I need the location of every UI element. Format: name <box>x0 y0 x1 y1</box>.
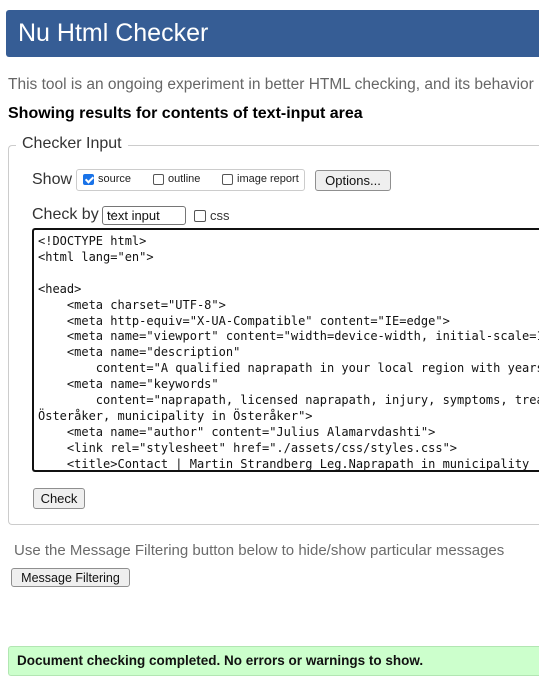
outline-checkbox[interactable] <box>153 173 164 185</box>
css-label: css <box>210 208 230 223</box>
show-options-group: source outline image report <box>76 169 305 191</box>
source-label: source <box>98 173 132 185</box>
show-source-option[interactable]: source <box>83 173 131 185</box>
options-button[interactable]: Options... <box>315 170 391 191</box>
results-heading: Showing results for contents of text-inp… <box>8 105 363 122</box>
image-report-checkbox[interactable] <box>222 173 233 185</box>
page-title: Nu Html Checker <box>18 19 209 47</box>
check-by-select[interactable]: text input ⌵ <box>102 206 186 225</box>
source-textarea[interactable]: <!DOCTYPE html> <html lang="en"> <head> … <box>32 228 539 472</box>
check-button[interactable]: Check <box>33 488 85 509</box>
outline-label: outline <box>168 173 201 185</box>
message-filter-help: Use the Message Filtering button below t… <box>14 542 505 559</box>
source-code-text: <!DOCTYPE html> <html lang="en"> <head> … <box>38 234 539 471</box>
show-label: Show <box>32 171 73 188</box>
app-header: Nu Html Checker <box>6 10 539 57</box>
css-option[interactable]: css <box>194 208 230 223</box>
image-report-label: image report <box>237 173 299 185</box>
intro-text: This tool is an ongoing experiment in be… <box>8 76 539 93</box>
source-checkbox[interactable] <box>83 173 94 185</box>
message-filtering-button[interactable]: Message Filtering <box>11 568 130 587</box>
css-checkbox[interactable] <box>194 209 206 222</box>
show-outline-option[interactable]: outline <box>153 173 200 185</box>
status-message: Document checking completed. No errors o… <box>17 653 424 668</box>
show-image-report-option[interactable]: image report <box>222 173 299 185</box>
chevron-down-icon: ⌵ <box>107 207 116 219</box>
status-message-box: Document checking completed. No errors o… <box>8 646 539 676</box>
checker-input-legend: Checker Input <box>16 135 128 153</box>
check-by-label: Check by <box>32 206 99 223</box>
